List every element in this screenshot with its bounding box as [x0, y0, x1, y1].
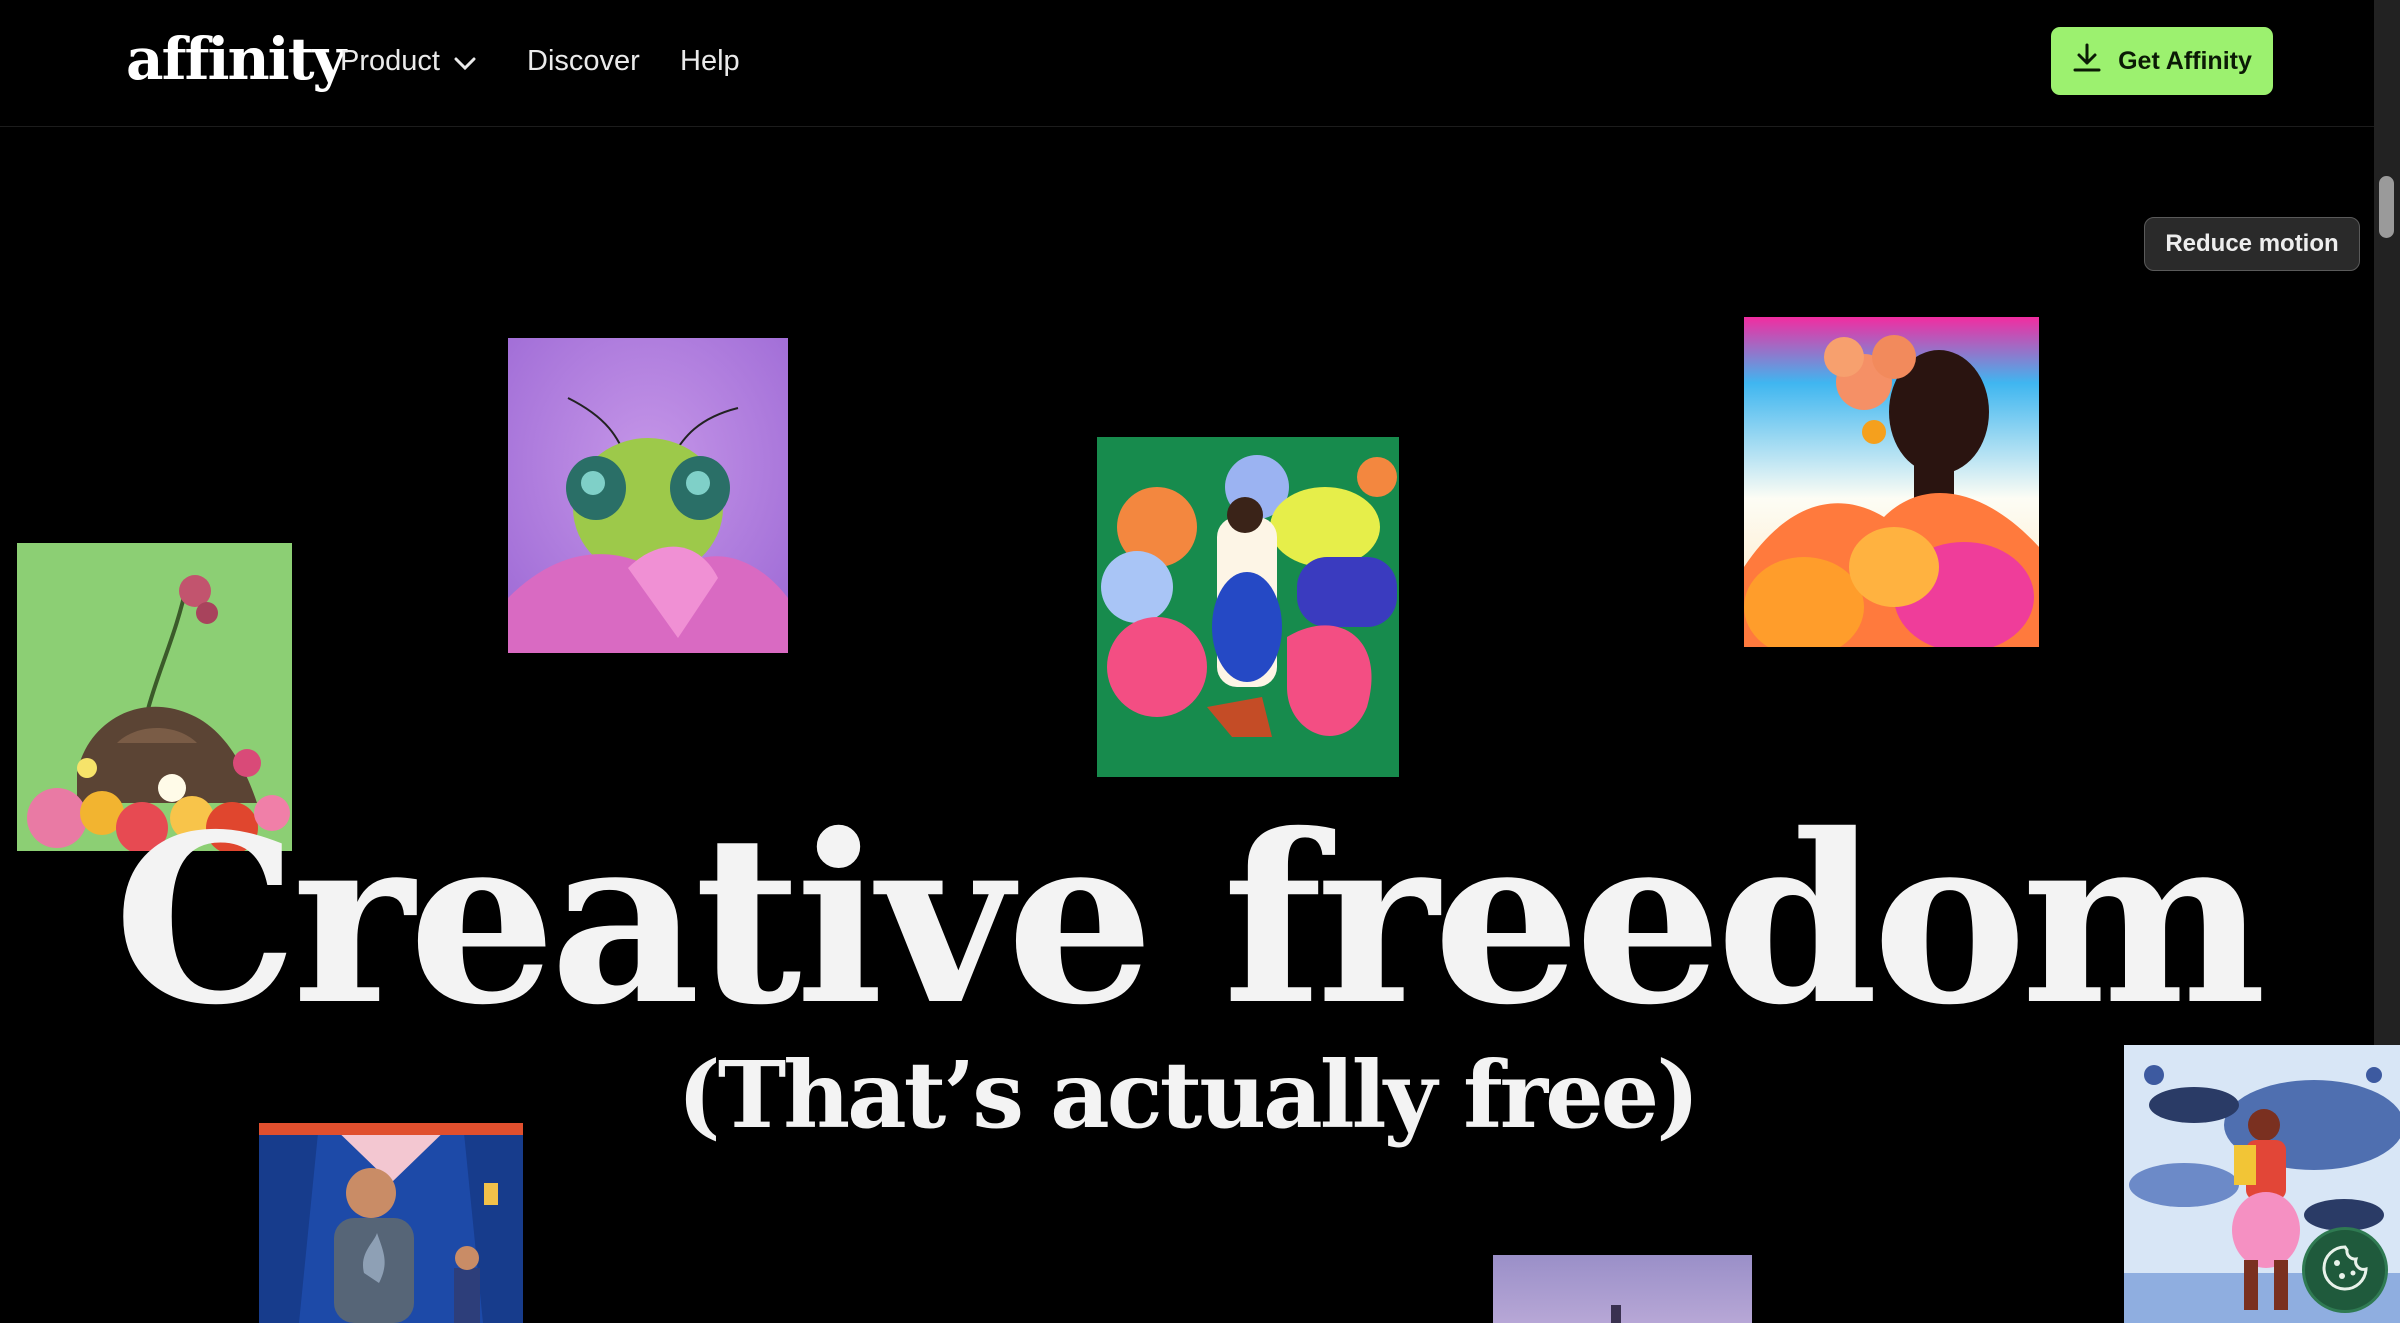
get-affinity-label: Get Affinity	[2118, 46, 2252, 75]
purple-sky-photo	[1493, 1255, 1752, 1323]
site-header: affinity Product Discover Help Get Affin…	[0, 0, 2374, 127]
reduce-motion-button[interactable]: Reduce motion	[2144, 217, 2360, 271]
green-insect-macro-artwork	[508, 338, 788, 653]
affinity-logo[interactable]: affinity	[126, 22, 346, 96]
hero-headline: Creative freedom	[113, 783, 2267, 1056]
cookie-settings-button[interactable]	[2302, 1227, 2388, 1313]
woman-flower-portrait-artwork	[1744, 317, 2039, 647]
nav-help-link[interactable]: Help	[680, 40, 740, 82]
chevron-down-icon	[454, 41, 476, 83]
cookie-icon	[2320, 1243, 2370, 1298]
get-affinity-button[interactable]: Get Affinity	[2051, 27, 2273, 95]
nav-discover-link[interactable]: Discover	[527, 40, 640, 82]
woman-walking-flowers-illustration	[1097, 437, 1399, 777]
download-icon	[2072, 42, 2102, 81]
nav-product-menu[interactable]: Product	[340, 40, 476, 83]
scrollbar-thumb[interactable]	[2379, 176, 2394, 238]
hero-subheadline: (That’s actually free)	[677, 1041, 1700, 1149]
nav-product-label: Product	[340, 45, 440, 77]
man-in-subway-illustration	[259, 1123, 523, 1323]
